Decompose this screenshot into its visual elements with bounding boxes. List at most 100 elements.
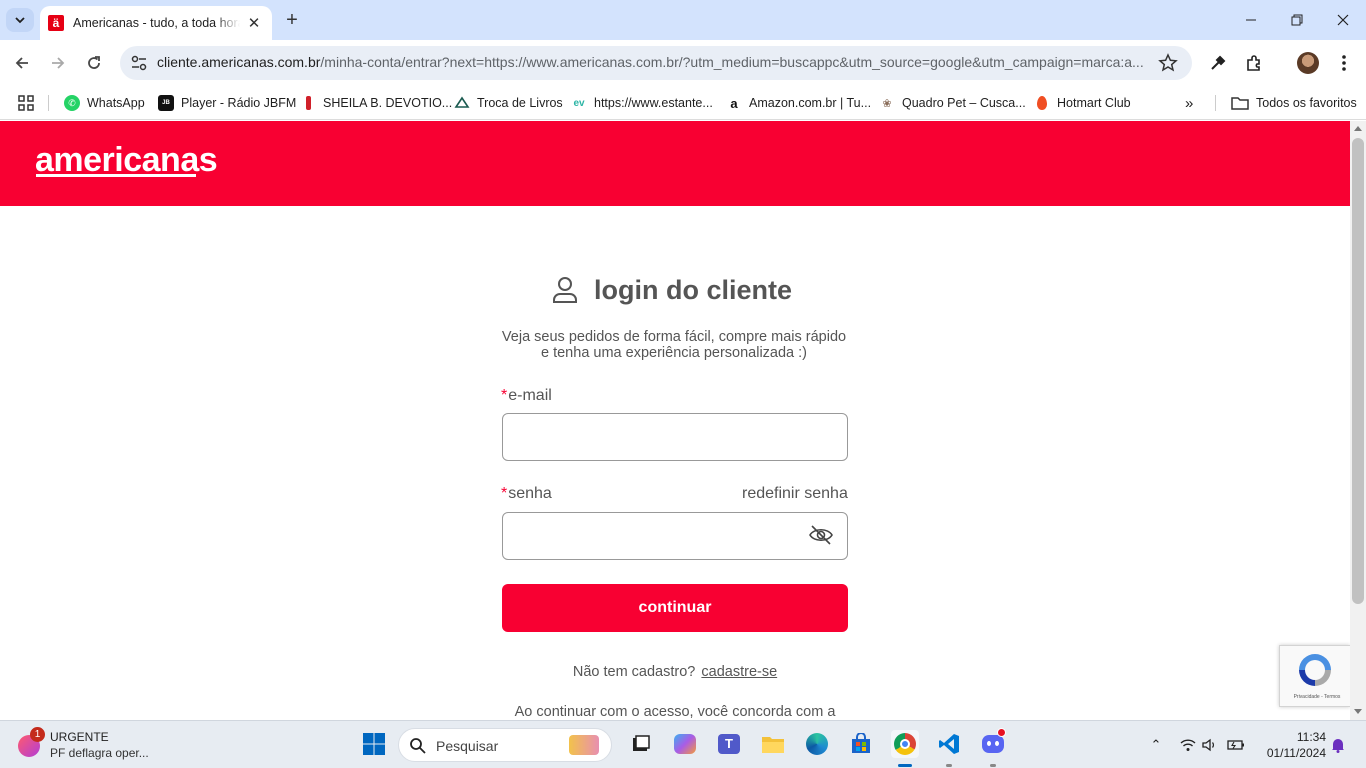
bookmark-troca-livros[interactable]: Troca de Livros: [454, 93, 563, 113]
browser-tab[interactable]: ä Americanas - tudo, a toda hora ✕: [40, 6, 272, 40]
amazon-icon: a: [730, 95, 738, 111]
search-icon: [410, 738, 426, 754]
store-icon: [852, 733, 870, 753]
chevron-down-icon: [15, 17, 25, 24]
apps-grid-icon: [18, 95, 34, 111]
close-window-button[interactable]: [1320, 0, 1366, 40]
battery-icon[interactable]: [1227, 736, 1245, 754]
apps-grid-button[interactable]: [18, 93, 34, 113]
password-label-text: senha: [508, 485, 552, 502]
bookmark-label: https://www.estante...: [594, 96, 713, 110]
vscode-button[interactable]: [935, 730, 963, 758]
bookmark-sheila[interactable]: SHEILA B. DEVOTIO...: [300, 93, 452, 113]
search-placeholder: Pesquisar: [436, 738, 499, 754]
hotmart-icon: [1034, 95, 1050, 111]
more-menu-icon[interactable]: [1333, 52, 1355, 74]
site-info-icon[interactable]: [129, 53, 149, 73]
wifi-icon[interactable]: [1179, 736, 1197, 754]
email-field[interactable]: [502, 413, 848, 461]
user-icon: [553, 277, 577, 303]
login-heading: login do cliente: [550, 273, 810, 307]
notification-bell-icon[interactable]: [1329, 736, 1347, 754]
americanas-logo[interactable]: americanas: [35, 142, 218, 178]
vscode-open-indicator: [946, 764, 952, 767]
bookmark-star-icon[interactable]: [1158, 53, 1178, 73]
start-button[interactable]: [360, 730, 388, 758]
new-tab-button[interactable]: +: [282, 9, 302, 31]
restore-button[interactable]: [1274, 0, 1320, 40]
page-scrollbar[interactable]: [1350, 121, 1366, 720]
taskbar-search[interactable]: Pesquisar: [398, 728, 612, 762]
bookmark-label: Amazon.com.br | Tu...: [749, 96, 872, 110]
bookmark-jbfm[interactable]: JB Player - Rádio JBFM: [158, 93, 296, 113]
scroll-up-icon[interactable]: [1354, 126, 1362, 131]
bookmarks-bar: ✆ WhatsApp JB Player - Rádio JBFM SHEILA…: [0, 86, 1366, 120]
copilot-button[interactable]: [671, 730, 699, 758]
folder-icon: [1231, 97, 1249, 110]
extensions-puzzle-icon[interactable]: [1243, 52, 1265, 74]
eye-off-icon[interactable]: [808, 524, 834, 546]
forward-button[interactable]: [46, 51, 70, 75]
chrome-button[interactable]: [891, 730, 919, 758]
teams-button[interactable]: T: [715, 730, 743, 758]
password-field[interactable]: [502, 512, 848, 560]
bookmark-estante[interactable]: ev https://www.estante...: [571, 93, 713, 113]
all-favorites-label: Todos os favoritos: [1256, 96, 1357, 110]
bookmark-amazon[interactable]: a Amazon.com.br | Tu...: [726, 93, 871, 113]
more-bookmarks-button[interactable]: »: [1185, 93, 1193, 113]
bookmark-hotmart[interactable]: Hotmart Club: [1034, 93, 1131, 113]
continue-button[interactable]: continuar: [502, 584, 848, 632]
file-explorer-button[interactable]: [759, 730, 787, 758]
notification-dot-icon: [997, 728, 1006, 737]
email-label-text: e-mail: [508, 387, 552, 404]
site-header: americanas: [0, 121, 1350, 206]
tab-close-icon[interactable]: ✕: [246, 14, 262, 32]
reload-button[interactable]: [82, 51, 106, 75]
news-widget[interactable]: 1 URGENTE PF deflagra oper...: [16, 727, 186, 763]
recaptcha-badge[interactable]: Privacidade - Termos: [1279, 645, 1350, 707]
pet-icon: ❀: [882, 97, 892, 110]
task-view-icon: [633, 735, 650, 751]
all-favorites-folder[interactable]: Todos os favoritos: [1231, 93, 1357, 113]
bookmark-label: SHEILA B. DEVOTIO...: [323, 96, 453, 110]
teams-icon: T: [718, 734, 740, 754]
windows-taskbar: 1 URGENTE PF deflagra oper... Pesquisar …: [0, 720, 1366, 768]
bookmark-label: WhatsApp: [87, 96, 145, 110]
eyedropper-extension-icon[interactable]: [1207, 52, 1229, 74]
volume-icon[interactable]: [1201, 736, 1219, 754]
system-clock[interactable]: 11:34 01/11/2024: [1256, 729, 1326, 761]
jbfm-icon: JB: [158, 95, 174, 111]
restore-icon: [1291, 14, 1303, 26]
profile-avatar[interactable]: [1297, 52, 1319, 74]
chrome-icon: [894, 733, 916, 755]
reset-password-link[interactable]: redefinir senha: [742, 485, 848, 503]
sheila-icon: [300, 95, 316, 111]
minimize-button[interactable]: [1228, 0, 1274, 40]
discord-open-indicator: [990, 764, 996, 767]
arrow-left-icon: [15, 57, 28, 69]
folder-icon: [762, 737, 784, 753]
bookmark-label: Player - Rádio JBFM: [181, 96, 297, 110]
subtitle-line: e tenha uma experiência personalizada :): [541, 345, 807, 361]
arrow-right-icon: [52, 57, 65, 69]
back-button[interactable]: [10, 51, 34, 75]
store-button[interactable]: [847, 730, 875, 758]
edge-button[interactable]: [803, 730, 831, 758]
news-title: URGENTE: [50, 730, 109, 744]
bookmark-quadro-pet[interactable]: ❀ Quadro Pet – Cusca...: [879, 93, 1025, 113]
address-bar[interactable]: cliente.americanas.com.br/minha-conta/en…: [120, 46, 1192, 80]
scroll-thumb[interactable]: [1352, 138, 1364, 604]
scroll-down-icon[interactable]: [1354, 709, 1362, 714]
recaptcha-text: Privacidade - Termos: [1293, 694, 1341, 700]
americanas-favicon-icon: ä: [48, 15, 64, 31]
tray-overflow-icon[interactable]: ⌃: [1147, 736, 1165, 754]
page-content: americanas login do cliente Veja seus pe…: [0, 121, 1350, 720]
task-view-button[interactable]: [627, 730, 655, 758]
bookmark-whatsapp[interactable]: ✆ WhatsApp: [64, 93, 145, 113]
discord-button[interactable]: [979, 728, 1007, 758]
tab-search-button[interactable]: [6, 8, 34, 32]
signup-link[interactable]: cadastre-se: [701, 664, 777, 680]
bookmark-label: Troca de Livros: [477, 96, 563, 110]
bookmarks-divider: [48, 95, 49, 111]
edge-icon: [806, 733, 828, 755]
